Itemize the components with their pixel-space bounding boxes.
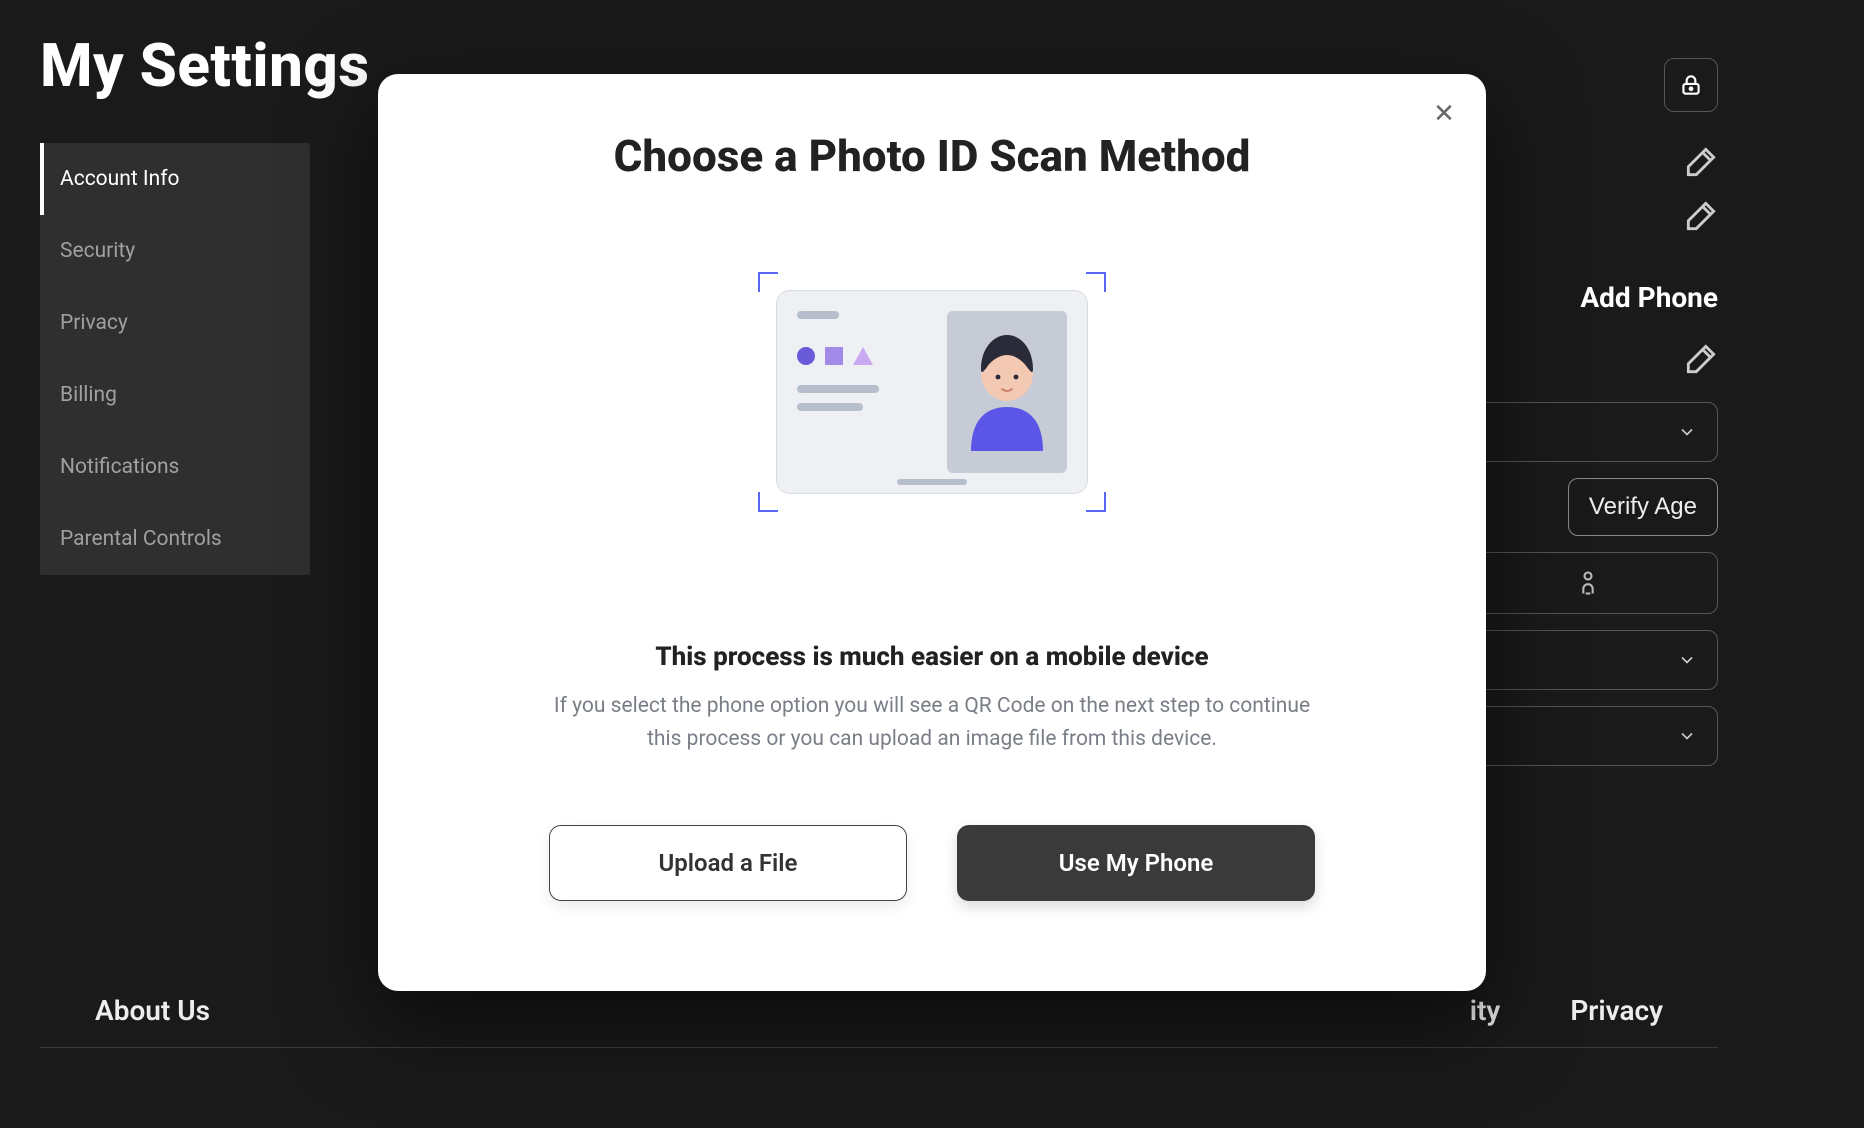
footer-link-accessibility[interactable]: ity — [1470, 994, 1501, 1027]
edit-icon[interactable] — [1682, 340, 1720, 378]
chevron-down-icon — [1677, 422, 1697, 442]
sidebar-item-label: Security — [60, 239, 135, 263]
sidebar-item-parental-controls[interactable]: Parental Controls — [40, 503, 310, 575]
dropdown-field[interactable] — [1458, 402, 1718, 462]
dropdown-field[interactable] — [1458, 630, 1718, 690]
footer-link-privacy[interactable]: Privacy — [1570, 994, 1663, 1027]
modal-title: Choose a Photo ID Scan Method — [458, 130, 1406, 182]
verify-age-button[interactable]: Verify Age — [1568, 478, 1718, 536]
gender-selector[interactable] — [1458, 552, 1718, 614]
use-my-phone-button[interactable]: Use My Phone — [957, 825, 1315, 901]
modal-subtitle: This process is much easier on a mobile … — [458, 642, 1406, 672]
edit-icon[interactable] — [1682, 197, 1720, 235]
add-phone-button[interactable]: Add Phone — [1458, 281, 1718, 314]
sidebar-item-security[interactable]: Security — [40, 215, 310, 287]
sidebar-item-label: Billing — [60, 383, 117, 407]
sidebar-item-account-info[interactable]: Account Info — [40, 143, 310, 215]
modal-description: If you select the phone option you will … — [552, 690, 1312, 755]
id-card-illustration — [758, 272, 1106, 512]
upload-file-button[interactable]: Upload a File — [549, 825, 907, 901]
sidebar-item-label: Account Info — [60, 167, 180, 191]
lock-icon[interactable] — [1664, 58, 1718, 112]
chevron-down-icon — [1677, 726, 1697, 746]
chevron-down-icon — [1677, 650, 1697, 670]
footer-link-about[interactable]: About Us — [95, 994, 210, 1027]
sidebar-item-billing[interactable]: Billing — [40, 359, 310, 431]
sidebar-item-privacy[interactable]: Privacy — [40, 287, 310, 359]
sidebar-item-label: Privacy — [60, 311, 128, 335]
sidebar-item-label: Notifications — [60, 455, 179, 479]
photo-id-modal: ✕ Choose a Photo ID Scan Method — [378, 74, 1486, 991]
sidebar-item-label: Parental Controls — [60, 527, 222, 551]
sidebar-item-notifications[interactable]: Notifications — [40, 431, 310, 503]
edit-icon[interactable] — [1682, 143, 1720, 181]
close-icon[interactable]: ✕ — [1430, 100, 1458, 128]
settings-sidebar: Account Info Security Privacy Billing No… — [40, 143, 310, 575]
dropdown-field[interactable] — [1458, 706, 1718, 766]
